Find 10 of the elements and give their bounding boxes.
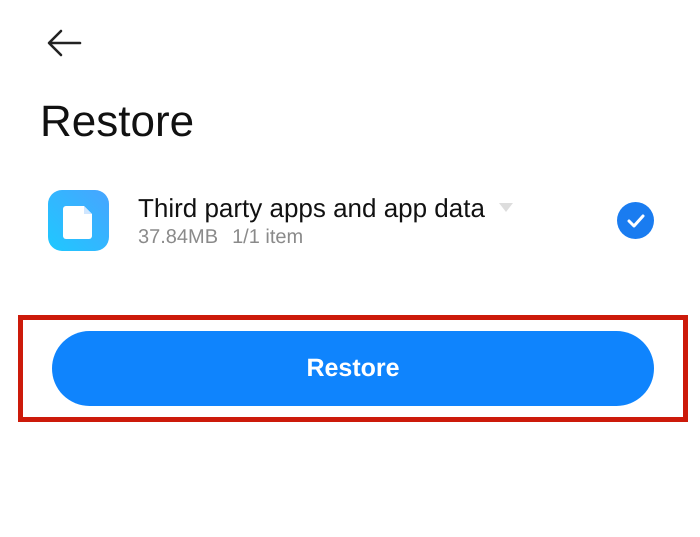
checkmark-icon [626,214,644,228]
item-title: Third party apps and app data [138,192,485,224]
file-app-icon [48,190,109,251]
back-button[interactable] [46,28,82,58]
page-title: Restore [40,96,194,148]
restore-button[interactable]: Restore [52,331,654,406]
item-count: 1/1 item [232,224,304,250]
item-size: 37.84MB [138,224,218,250]
item-checkbox[interactable] [617,202,654,239]
back-arrow-icon [46,28,82,58]
